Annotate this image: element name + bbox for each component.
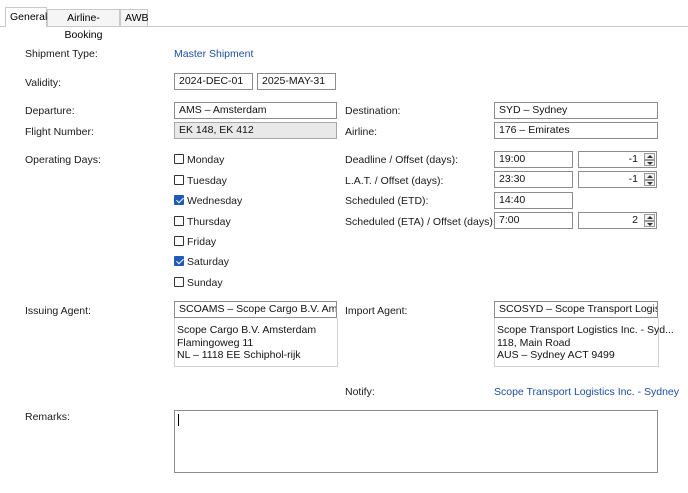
checkbox-tuesday-label: Tuesday xyxy=(187,175,227,187)
spin-down-icon[interactable] xyxy=(644,179,655,186)
eta-offset-value: 2 xyxy=(632,214,638,226)
tab-bar-divider xyxy=(0,26,688,27)
tab-bar: General Airline-Booking AWB xyxy=(0,0,688,41)
remarks-textarea[interactable] xyxy=(174,410,658,473)
lat-offset-spinner[interactable] xyxy=(644,173,655,186)
checkbox-sunday[interactable] xyxy=(174,277,184,287)
deadline-time-field[interactable]: 19:00 xyxy=(494,151,573,168)
airline-label: Airline: xyxy=(345,126,378,138)
issuing-agent-address-line-1: Scope Cargo B.V. Amsterdam xyxy=(177,324,317,336)
notify-link[interactable]: Scope Transport Logistics Inc. - Sydney xyxy=(494,386,679,398)
tab-airline-booking[interactable]: Airline-Booking xyxy=(47,9,120,41)
lat-offset-stepper[interactable]: -1 xyxy=(578,171,657,188)
checkbox-wednesday[interactable] xyxy=(174,195,184,205)
deadline-offset-spinner[interactable] xyxy=(644,153,655,166)
checkbox-sunday-label: Sunday xyxy=(187,277,223,289)
checkbox-wednesday-label: Wednesday xyxy=(187,195,243,207)
deadline-label: Deadline / Offset (days): xyxy=(345,154,459,166)
destination-label: Destination: xyxy=(345,105,401,117)
issuing-agent-address-line-2: Flamingoweg 11 xyxy=(177,336,254,349)
eta-offset-stepper[interactable]: 2 xyxy=(578,212,657,229)
import-agent-address-line-2: 118, Main Road xyxy=(497,336,571,349)
notify-label: Notify: xyxy=(345,386,375,398)
deadline-offset-value: -1 xyxy=(628,153,638,165)
departure-label: Departure: xyxy=(25,105,75,117)
checkbox-monday[interactable] xyxy=(174,154,184,164)
checkbox-friday-label: Friday xyxy=(187,236,217,248)
shipment-type-label: Shipment Type: xyxy=(25,48,98,60)
airline-field[interactable]: 176 – Emirates xyxy=(494,122,658,139)
validity-label: Validity: xyxy=(25,77,61,89)
lat-offset-value: -1 xyxy=(628,173,638,185)
tab-general[interactable]: General xyxy=(5,7,47,27)
checkbox-saturday-label: Saturday xyxy=(187,256,230,268)
deadline-offset-stepper[interactable]: -1 xyxy=(578,151,657,168)
checkbox-thursday[interactable] xyxy=(174,216,184,226)
eta-offset-spinner[interactable] xyxy=(644,214,655,227)
etd-time-field[interactable]: 14:40 xyxy=(494,192,573,209)
eta-label: Scheduled (ETA) / Offset (days): xyxy=(345,216,496,228)
remarks-label: Remarks: xyxy=(25,411,70,423)
validity-to-field[interactable]: 2025-MAY-31 xyxy=(257,73,336,90)
checkbox-tuesday[interactable] xyxy=(174,175,184,185)
text-caret xyxy=(178,414,179,426)
spin-down-icon[interactable] xyxy=(644,220,655,227)
eta-time-field[interactable]: 7:00 xyxy=(494,212,573,229)
checkbox-friday[interactable] xyxy=(174,236,184,246)
checkbox-saturday[interactable] xyxy=(174,256,184,266)
operating-days-label: Operating Days: xyxy=(25,154,101,166)
flight-number-label: Flight Number: xyxy=(25,126,94,138)
import-agent-address-line-1: Scope Transport Logistics Inc. - Syd... xyxy=(497,324,674,336)
etd-label: Scheduled (ETD): xyxy=(345,195,429,207)
shipment-type-link[interactable]: Master Shipment xyxy=(174,48,253,60)
import-agent-label: Import Agent: xyxy=(345,305,408,317)
departure-field[interactable]: AMS – Amsterdam xyxy=(174,102,337,119)
flight-number-field: EK 148, EK 412 xyxy=(174,122,337,139)
lat-time-field[interactable]: 23:30 xyxy=(494,171,573,188)
tab-awb[interactable]: AWB xyxy=(120,9,149,26)
lat-label: L.A.T. / Offset (days): xyxy=(345,175,444,187)
issuing-agent-label: Issuing Agent: xyxy=(25,305,91,317)
validity-from-field[interactable]: 2024-DEC-01 xyxy=(174,73,253,90)
import-agent-address-line-3: AUS – Sydney ACT 9499 xyxy=(497,349,615,361)
import-agent-field[interactable]: SCOSYD – Scope Transport Logistics Inc. xyxy=(494,301,658,318)
checkbox-monday-label: Monday xyxy=(187,154,225,166)
spin-down-icon[interactable] xyxy=(644,159,655,166)
checkbox-thursday-label: Thursday xyxy=(187,216,231,228)
destination-field[interactable]: SYD – Sydney xyxy=(494,102,658,119)
issuing-agent-field[interactable]: SCOAMS – Scope Cargo B.V. Amsterdam xyxy=(174,301,337,318)
issuing-agent-address-line-3: NL – 1118 EE Schiphol-rijk xyxy=(177,349,301,361)
